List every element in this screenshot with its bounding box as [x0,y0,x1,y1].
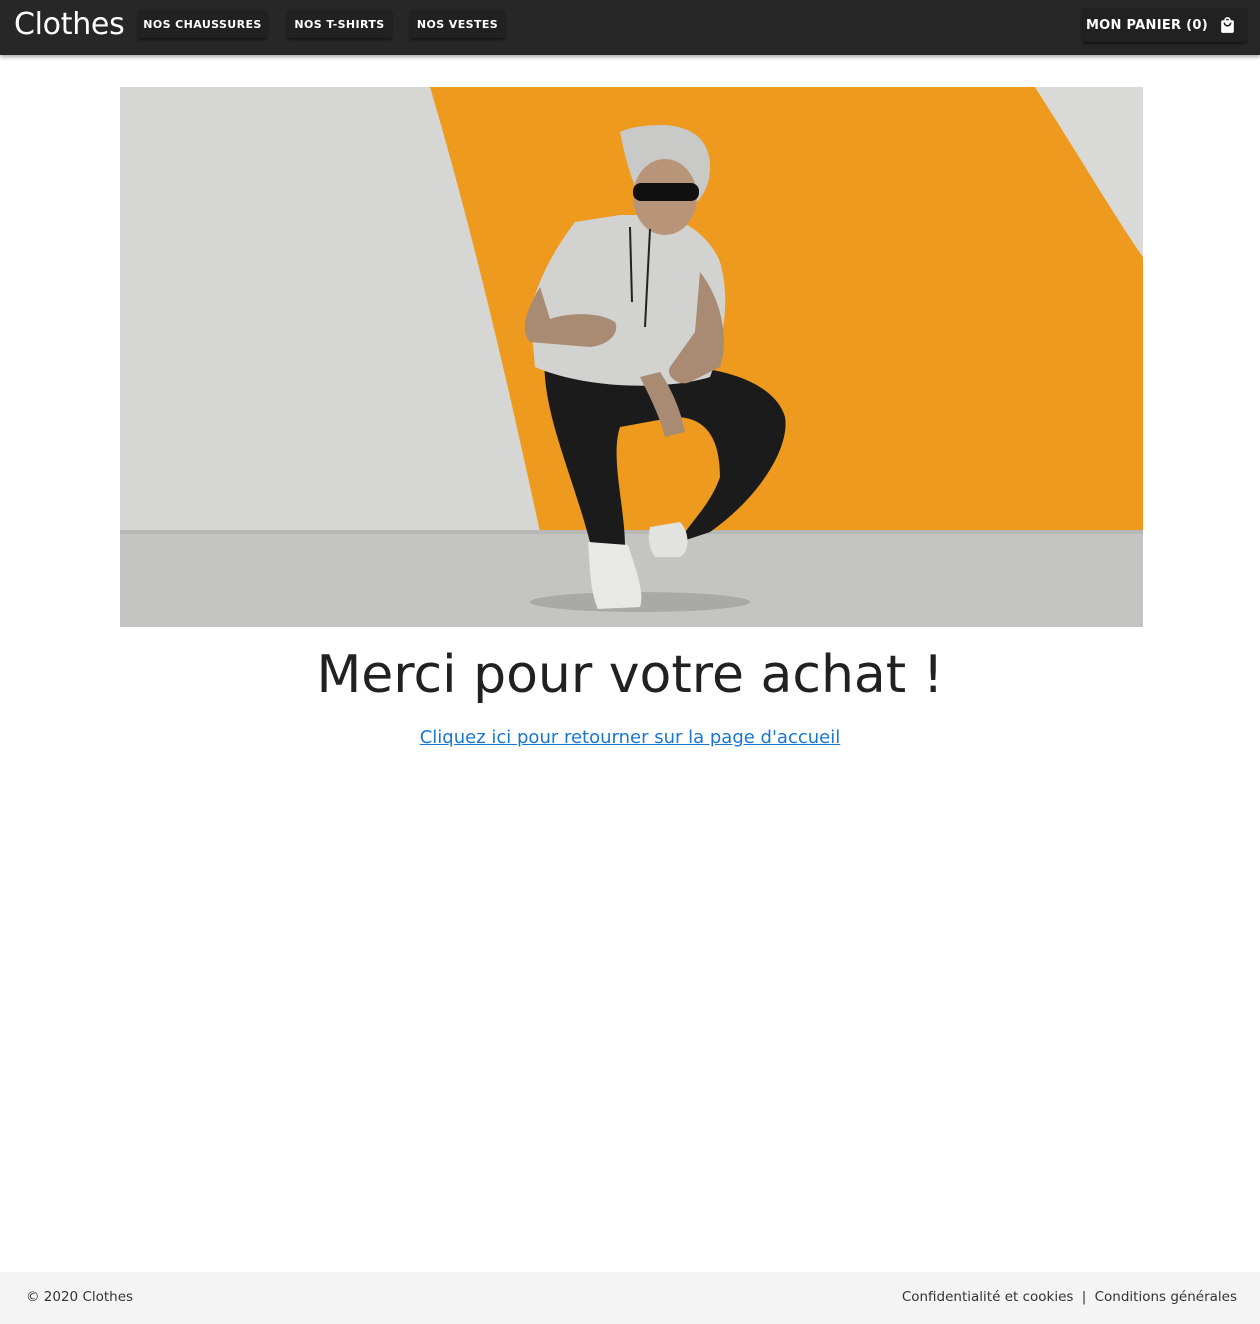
nav-jackets-button[interactable]: NOS VESTES [410,10,505,38]
footer-separator: | [1081,1289,1087,1305]
privacy-cookies-link[interactable]: Confidentialité et cookies [902,1289,1074,1305]
brand-logo-link[interactable]: Clothes [14,6,125,44]
return-home-link[interactable]: Cliquez ici pour retourner sur la page d… [420,727,841,748]
footer: © 2020 Clothes Confidentialité et cookie… [0,1272,1260,1324]
legal-links: Confidentialité et cookies | Conditions … [902,1289,1237,1305]
terms-link[interactable]: Conditions générales [1095,1289,1237,1305]
nav-shoes-button[interactable]: NOS CHAUSSURES [138,10,267,38]
nav-tshirts-button[interactable]: NOS T-SHIRTS [287,10,392,38]
top-app-bar: Clothes NOS CHAUSSURES NOS T-SHIRTS NOS … [0,0,1260,55]
hero-photo-illustration [120,87,1143,627]
shopping-bag-icon [1221,17,1234,33]
hero-image [120,87,1143,627]
home-link-container: Cliquez ici pour retourner sur la page d… [0,725,1260,751]
copyright-text: © 2020 Clothes [26,1289,134,1305]
cart-label: MON PANIER (0) [1085,17,1208,33]
thank-you-heading: Merci pour votre achat ! [316,645,944,705]
cart-button[interactable]: MON PANIER (0) [1082,8,1247,42]
